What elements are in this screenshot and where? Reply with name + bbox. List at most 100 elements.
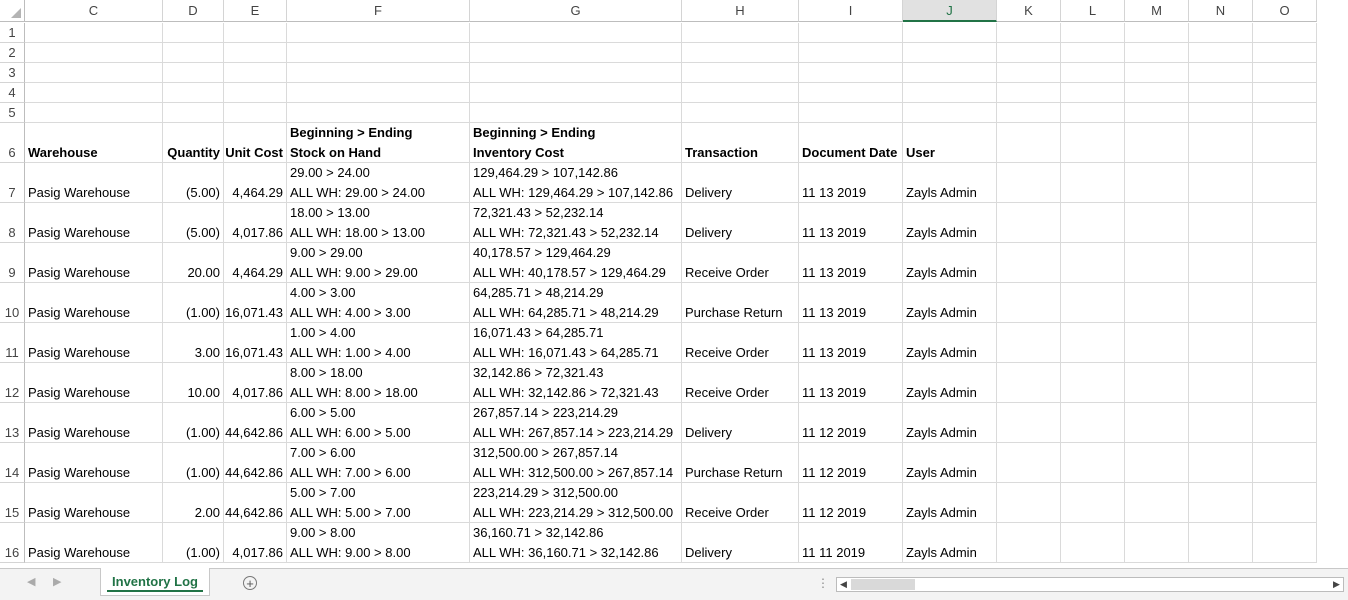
grid-cell[interactable]: [799, 43, 903, 63]
grid-cell[interactable]: [1061, 103, 1125, 123]
grid-cell[interactable]: 11 13 2019: [799, 363, 903, 403]
grid-cell[interactable]: (5.00): [163, 163, 224, 203]
column-header-e[interactable]: E: [224, 0, 287, 22]
grid-cell[interactable]: Pasig Warehouse: [25, 203, 163, 243]
grid-cell[interactable]: Pasig Warehouse: [25, 163, 163, 203]
grid-cell[interactable]: 44,642.86: [224, 483, 287, 523]
grid-cell[interactable]: [997, 403, 1061, 443]
grid-cell[interactable]: Pasig Warehouse: [25, 283, 163, 323]
grid-cell[interactable]: [287, 23, 470, 43]
grid-cell[interactable]: 11 12 2019: [799, 443, 903, 483]
grid-cell[interactable]: [1189, 523, 1253, 563]
grid-cell[interactable]: [1189, 83, 1253, 103]
grid-cell[interactable]: [1061, 63, 1125, 83]
grid-cell[interactable]: Pasig Warehouse: [25, 403, 163, 443]
grid-cell[interactable]: [799, 63, 903, 83]
grid-cell[interactable]: [163, 23, 224, 43]
tab-next-icon[interactable]: ▶: [53, 575, 61, 588]
grid-cell[interactable]: Delivery: [682, 403, 799, 443]
grid-cell[interactable]: 11 12 2019: [799, 483, 903, 523]
grid-cell[interactable]: [1253, 403, 1317, 443]
grid-cell[interactable]: [1253, 123, 1317, 163]
grid-cell[interactable]: [1061, 323, 1125, 363]
grid-cell[interactable]: [997, 483, 1061, 523]
grid-cell[interactable]: [25, 23, 163, 43]
grid-cell[interactable]: [682, 23, 799, 43]
grid-cell[interactable]: [1061, 23, 1125, 43]
grid-cell[interactable]: Receive Order: [682, 363, 799, 403]
grid-cell[interactable]: [287, 63, 470, 83]
grid-cell[interactable]: 4,017.86: [224, 203, 287, 243]
grid-cell[interactable]: [1125, 283, 1189, 323]
grid-cell[interactable]: [682, 103, 799, 123]
grid-cell[interactable]: 11 11 2019: [799, 523, 903, 563]
grid-cell[interactable]: [1061, 283, 1125, 323]
grid-cell[interactable]: 40,178.57 > 129,464.29 ALL WH: 40,178.57 …: [470, 243, 682, 283]
grid-cell[interactable]: [903, 103, 997, 123]
row-header[interactable]: 15: [0, 483, 25, 523]
grid-cell[interactable]: Zayls Admin: [903, 443, 997, 483]
grid-cell[interactable]: [1125, 163, 1189, 203]
grid-cell[interactable]: Beginning > Ending Stock on Hand: [287, 123, 470, 163]
grid-cell[interactable]: [1189, 483, 1253, 523]
grid-cell[interactable]: [799, 103, 903, 123]
grid-cell[interactable]: Document Date: [799, 123, 903, 163]
row-header[interactable]: 3: [0, 63, 25, 83]
column-header-g[interactable]: G: [470, 0, 682, 22]
grid-cell[interactable]: [997, 103, 1061, 123]
grid-cell[interactable]: [1253, 363, 1317, 403]
grid-cell[interactable]: [903, 43, 997, 63]
grid-cell[interactable]: [997, 443, 1061, 483]
grid-cell[interactable]: [470, 103, 682, 123]
grid-cell[interactable]: User: [903, 123, 997, 163]
grid-cell[interactable]: [1125, 83, 1189, 103]
grid-cell[interactable]: [25, 43, 163, 63]
grid-cell[interactable]: 4,017.86: [224, 363, 287, 403]
column-header-i[interactable]: I: [799, 0, 903, 22]
grid-cell[interactable]: [997, 23, 1061, 43]
column-header-h[interactable]: H: [682, 0, 799, 22]
grid-cell[interactable]: [1061, 83, 1125, 103]
grid-cell[interactable]: Zayls Admin: [903, 323, 997, 363]
column-header-l[interactable]: L: [1061, 0, 1125, 22]
grid-cell[interactable]: [1125, 443, 1189, 483]
grid-cell[interactable]: Zayls Admin: [903, 243, 997, 283]
grid-cell[interactable]: [163, 83, 224, 103]
grid-cell[interactable]: Delivery: [682, 203, 799, 243]
scroll-right-icon[interactable]: ▶: [1330, 578, 1343, 591]
grid-cell[interactable]: 9.00 > 29.00 ALL WH: 9.00 > 29.00: [287, 243, 470, 283]
grid-cell[interactable]: [1125, 523, 1189, 563]
grid-cell[interactable]: [1061, 43, 1125, 63]
column-header-m[interactable]: M: [1125, 0, 1189, 22]
grid-cell[interactable]: [1253, 483, 1317, 523]
grid-cell[interactable]: Zayls Admin: [903, 283, 997, 323]
row-header[interactable]: 1: [0, 23, 25, 43]
grid-cell[interactable]: [1253, 83, 1317, 103]
grid-cell[interactable]: [1189, 63, 1253, 83]
grid-cell[interactable]: [997, 243, 1061, 283]
grid-cell[interactable]: [997, 523, 1061, 563]
grid-cell[interactable]: [997, 283, 1061, 323]
grid-cell[interactable]: [224, 63, 287, 83]
grid-cell[interactable]: 9.00 > 8.00 ALL WH: 9.00 > 8.00: [287, 523, 470, 563]
grid-cell[interactable]: 11 13 2019: [799, 323, 903, 363]
grid-cell[interactable]: Zayls Admin: [903, 363, 997, 403]
grid-cell[interactable]: Zayls Admin: [903, 523, 997, 563]
grid-cell[interactable]: [1253, 63, 1317, 83]
horizontal-scrollbar[interactable]: ◀ ▶: [836, 577, 1344, 592]
grid-cell[interactable]: [224, 43, 287, 63]
grid-cell[interactable]: Delivery: [682, 163, 799, 203]
grid-cell[interactable]: [1061, 363, 1125, 403]
grid-cell[interactable]: Receive Order: [682, 483, 799, 523]
grid-cell[interactable]: 44,642.86: [224, 403, 287, 443]
grid-cell[interactable]: [1189, 103, 1253, 123]
grid-cell[interactable]: [1253, 43, 1317, 63]
row-header[interactable]: 12: [0, 363, 25, 403]
grid-cell[interactable]: Transaction: [682, 123, 799, 163]
grid-cell[interactable]: 8.00 > 18.00 ALL WH: 8.00 > 18.00: [287, 363, 470, 403]
grid-cell[interactable]: [1253, 283, 1317, 323]
grid-cell[interactable]: 29.00 > 24.00 ALL WH: 29.00 > 24.00: [287, 163, 470, 203]
grid-cell[interactable]: [1189, 43, 1253, 63]
grid-cell[interactable]: Quantity: [163, 123, 224, 163]
grid-cell[interactable]: [1125, 203, 1189, 243]
